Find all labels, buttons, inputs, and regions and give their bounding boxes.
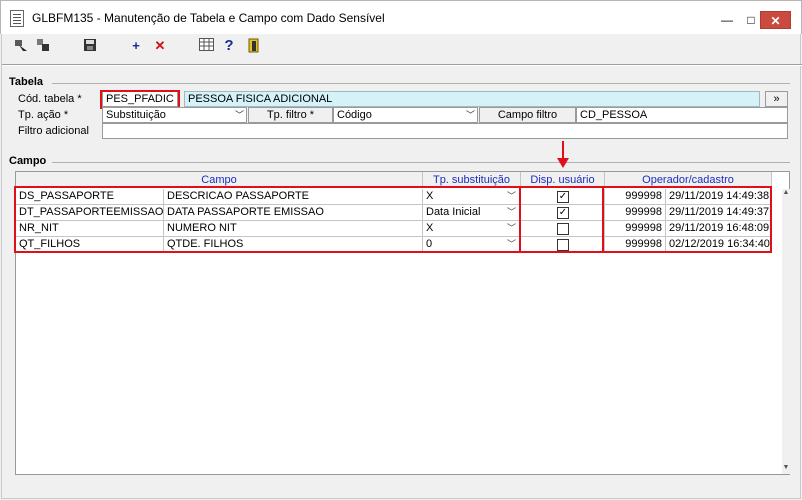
- window-title: GLBFM135 - Manutenção de Tabela e Campo …: [32, 11, 385, 25]
- tp-filtro-value: Código: [337, 109, 372, 121]
- first-icon[interactable]: [13, 38, 29, 54]
- lookup-button[interactable]: »: [765, 91, 788, 107]
- campo-group-rule: [52, 162, 790, 163]
- campo-filtro-input[interactable]: CD_PESSOA: [576, 107, 788, 123]
- tp-filtro-label: Tp. filtro *: [248, 107, 333, 123]
- chevron-down-icon: ﹀: [465, 110, 475, 120]
- tp-acao-label: Tp. ação *: [18, 109, 69, 121]
- add-icon[interactable]: +: [128, 38, 144, 54]
- tabela-group-rule: [52, 83, 790, 84]
- tabela-group-label: Tabela: [9, 76, 44, 88]
- rows-highlight: [14, 186, 772, 253]
- chevron-down-icon: ﹀: [234, 110, 244, 120]
- delete-icon[interactable]: ✕: [152, 38, 168, 54]
- campo-group-label: Campo: [9, 155, 47, 167]
- grid-scrollbar[interactable]: ▲ ▼: [782, 189, 790, 474]
- filtro-adicional-input[interactable]: [102, 123, 788, 139]
- tp-filtro-select[interactable]: Código ﹀: [333, 107, 478, 123]
- annotation-arrow-line: [562, 141, 564, 159]
- scroll-down-icon[interactable]: ▼: [782, 464, 790, 474]
- filtro-adicional-label: Filtro adicional: [18, 125, 89, 137]
- close-button[interactable]: ✕: [760, 11, 791, 29]
- tabela-description-field: PESSOA FISICA ADICIONAL: [184, 91, 760, 107]
- toolbar-separator: [2, 64, 802, 66]
- window-client: + ✕ ? Tabela Cód. tabela * PES_PFADIC PE…: [1, 34, 802, 499]
- prev-icon[interactable]: [35, 38, 51, 54]
- scroll-up-icon[interactable]: ▲: [782, 189, 790, 199]
- save-icon[interactable]: [82, 38, 98, 54]
- help-icon[interactable]: ?: [221, 38, 237, 54]
- cod-tabela-label: Cód. tabela *: [18, 93, 82, 105]
- app-document-icon: [10, 10, 24, 27]
- table-icon[interactable]: [198, 38, 214, 54]
- campo-filtro-label: Campo filtro: [479, 107, 576, 123]
- annotation-arrow-icon: [557, 158, 569, 168]
- title-bar: GLBFM135 - Manutenção de Tabela e Campo …: [0, 0, 802, 34]
- tp-acao-value: Substituição: [106, 109, 166, 121]
- disp-usuario-highlight: [519, 186, 604, 253]
- exit-icon[interactable]: [246, 38, 262, 54]
- tp-acao-select[interactable]: Substituição ﹀: [102, 107, 247, 123]
